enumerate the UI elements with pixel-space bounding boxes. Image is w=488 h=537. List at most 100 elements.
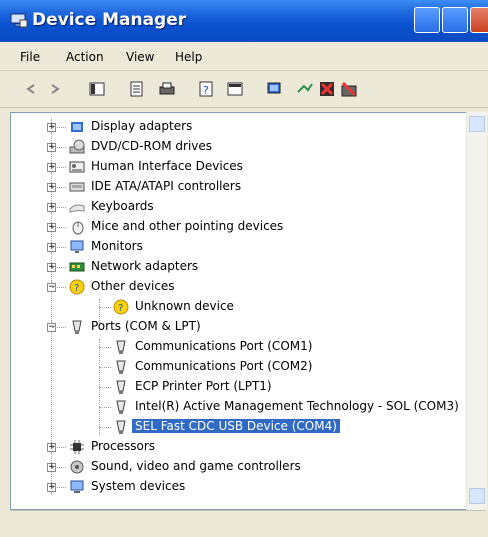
tree-item-human-interface-devices[interactable]: + Human Interface Devices (11, 157, 471, 177)
device-tree[interactable]: + Display adapters + DVD/CD-ROM drives +… (10, 112, 486, 510)
processor-icon (70, 440, 84, 454)
tree-item-communications-port-com1[interactable]: Communications Port (COM1) (11, 337, 471, 357)
tree-guide-line (52, 487, 66, 488)
tree-item-label: IDE ATA/ATAPI controllers (91, 179, 242, 193)
toolbar: ? (0, 71, 488, 108)
port-icon (116, 380, 126, 394)
print-icon[interactable] (158, 80, 176, 98)
scroll-down-button[interactable] (469, 488, 485, 504)
tree-guide-line (99, 307, 111, 308)
tree-item-communications-port-com2[interactable]: Communications Port (COM2) (11, 357, 471, 377)
port-icon (116, 400, 126, 414)
tree-item-system-devices[interactable]: + System devices (11, 477, 471, 497)
dvd-drive-icon (69, 139, 85, 154)
tree-item-other-devices[interactable]: − ? Other devices (11, 277, 471, 297)
tree-guide-line (52, 247, 66, 248)
keyboard-icon (69, 204, 85, 213)
tree-item-mice-and-other-pointing-devices[interactable]: + Mice and other pointing devices (11, 217, 471, 237)
svg-text:?: ? (74, 283, 79, 294)
svg-text:?: ? (118, 303, 123, 314)
tree-item-label: Display adapters (91, 119, 193, 133)
tree-guide-line (99, 387, 111, 388)
ide-controller-icon (69, 182, 85, 192)
tree-item-label: Human Interface Devices (91, 159, 243, 173)
tree-guide-line (52, 147, 66, 148)
svg-text:?: ? (203, 84, 209, 97)
mouse-icon (72, 221, 84, 235)
show-hide-console-tree-icon[interactable] (88, 80, 106, 98)
network-adapter-icon (69, 262, 85, 272)
tree-item-label: Network adapters (91, 259, 199, 273)
unknown-device-icon: ? (113, 299, 129, 315)
tree-item-sel-fast-cdc-usb-device-com4[interactable]: SEL Fast CDC USB Device (COM4) (11, 417, 471, 437)
tree-item-label: Ports (COM & LPT) (91, 319, 201, 333)
back-icon[interactable] (22, 80, 40, 98)
tree-item-label: Unknown device (135, 299, 234, 313)
tree-item-dvd-cd-rom-drives[interactable]: + DVD/CD-ROM drives (11, 137, 471, 157)
update-driver-icon[interactable] (296, 80, 314, 98)
tree-item-label: Other devices (91, 279, 175, 293)
vertical-scrollbar[interactable] (466, 112, 487, 510)
close-button[interactable] (470, 7, 488, 33)
tree-guide-line (52, 447, 66, 448)
unknown-device-icon: ? (69, 279, 85, 295)
tree-guide-line (99, 347, 111, 348)
tree-item-label: Mice and other pointing devices (91, 219, 284, 233)
tree-item-monitors[interactable]: + Monitors (11, 237, 471, 257)
port-icon (116, 340, 126, 354)
hid-icon (69, 161, 85, 173)
tree-guide-line (52, 227, 66, 228)
properties-icon[interactable] (128, 80, 146, 98)
tree-guide-line (99, 427, 111, 428)
tree-item-processors[interactable]: + Processors (11, 437, 471, 457)
tree-item-sound-video-and-game-controllers[interactable]: + Sound, video and game controllers (11, 457, 471, 477)
tree-item-label: Communications Port (COM2) (135, 359, 313, 373)
disable-icon[interactable] (340, 80, 358, 98)
sound-icon (70, 460, 84, 474)
tree-guide-line (52, 207, 66, 208)
tree-item-unknown-device[interactable]: ? Unknown device (11, 297, 471, 317)
status-bar (10, 510, 486, 537)
port-icon (116, 360, 126, 374)
tree-item-keyboards[interactable]: + Keyboards (11, 197, 471, 217)
view-icon[interactable] (226, 80, 244, 98)
tree-item-label: Keyboards (91, 199, 154, 213)
tree-item-ide-ata-atapi-controllers[interactable]: + IDE ATA/ATAPI controllers (11, 177, 471, 197)
tree-item-label: Sound, video and game controllers (91, 459, 301, 473)
device-manager-icon (10, 13, 28, 28)
port-icon (72, 320, 82, 334)
monitor-icon (70, 240, 84, 253)
tree-item-ports-com-lpt[interactable]: − Ports (COM & LPT) (11, 317, 471, 337)
tree-guide-line (52, 287, 66, 288)
menu-action[interactable]: Action (66, 50, 104, 64)
tree-item-label-selected: SEL Fast CDC USB Device (COM4) (132, 419, 340, 433)
port-icon (116, 420, 126, 434)
tree-item-ecp-printer-port-lpt1[interactable]: ECP Printer Port (LPT1) (11, 377, 471, 397)
maximize-button[interactable] (442, 7, 468, 33)
tree-guide-line (52, 167, 66, 168)
tree-item-label: Processors (91, 439, 156, 453)
forward-icon[interactable] (46, 80, 64, 98)
uninstall-icon[interactable] (318, 80, 336, 98)
tree-guide-line (99, 407, 111, 408)
menu-file[interactable]: File (20, 50, 40, 64)
display-adapter-icon (71, 122, 83, 132)
tree-item-label: DVD/CD-ROM drives (91, 139, 213, 153)
tree-item-network-adapters[interactable]: + Network adapters (11, 257, 471, 277)
menu-help[interactable]: Help (175, 50, 202, 64)
tree-guide-line (52, 127, 66, 128)
tree-item-display-adapters[interactable]: + Display adapters (11, 117, 471, 137)
tree-item-label: Intel(R) Active Management Technology - … (135, 399, 459, 413)
help-icon[interactable]: ? (198, 80, 216, 98)
device-manager-window: Device Manager File Action View Help ? + (0, 0, 488, 537)
system-devices-icon (70, 480, 84, 493)
title-bar[interactable]: Device Manager (0, 0, 488, 42)
tree-guide-line (52, 267, 66, 268)
minimize-button[interactable] (414, 7, 440, 33)
tree-item-label: Monitors (91, 239, 143, 253)
scan-hardware-icon[interactable] (266, 80, 284, 98)
scroll-up-button[interactable] (469, 116, 485, 132)
menu-view[interactable]: View (126, 50, 154, 64)
tree-guide-line (52, 327, 66, 328)
tree-item-intel-amt-sol-com3[interactable]: Intel(R) Active Management Technology - … (11, 397, 471, 417)
